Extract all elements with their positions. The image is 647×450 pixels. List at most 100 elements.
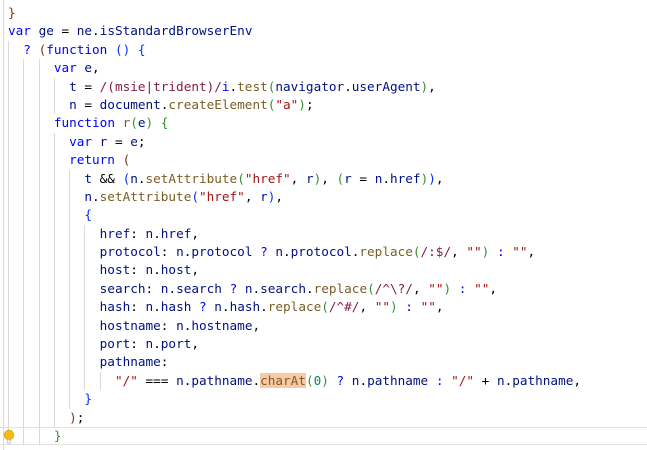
indent-guide (8, 261, 9, 280)
code-token: : (160, 244, 177, 260)
code-text: } (8, 428, 62, 443)
code-token: "/" (114, 372, 138, 388)
code-token: , (489, 280, 497, 296)
code-line[interactable]: t && (n.setAttribute("href", r), (r = n.… (0, 169, 647, 188)
code-line[interactable]: } (0, 390, 647, 409)
code-token: ( (237, 170, 245, 186)
code-token: , (252, 317, 261, 333)
indent-guide (23, 77, 25, 96)
indent-guide (53, 206, 55, 225)
code-token: search (176, 280, 222, 296)
indent-guide (53, 335, 55, 354)
indent-guide (8, 353, 9, 372)
code-line[interactable]: } (0, 426, 647, 446)
code-token: e (84, 60, 93, 76)
code-token: setAttribute (145, 170, 238, 186)
code-token: href (160, 225, 192, 241)
code-token: n (214, 299, 222, 315)
code-token: , (359, 299, 375, 315)
code-line[interactable]: var r = e; (0, 132, 647, 152)
indent-guide (8, 243, 9, 262)
code-token: , (435, 299, 444, 315)
indent-guide (69, 224, 71, 244)
code-token: , (435, 170, 444, 186)
indent-guide (53, 261, 55, 280)
code-line[interactable]: hash: n.hash ? n.hash.replace(/^#/, "") … (0, 298, 647, 317)
code-token: r (344, 170, 352, 186)
code-token: , (191, 262, 199, 278)
code-line[interactable]: host: n.host, (0, 261, 647, 280)
indent-guide (53, 279, 55, 299)
indent-guide (38, 335, 40, 354)
indent-guide (53, 316, 55, 336)
indent-guide (69, 243, 71, 262)
code-token: hostname (191, 317, 253, 333)
code-token: pathname (99, 354, 161, 370)
indent-guide (8, 206, 9, 225)
code-text: var r = e; (8, 134, 145, 149)
code-line[interactable]: ); (0, 408, 647, 427)
code-token: ) (145, 115, 154, 131)
code-line[interactable]: t = /(msie|trident)/i.test(navigator.use… (0, 77, 647, 96)
code-line[interactable]: "/" === n.pathname.charAt(0) ? n.pathnam… (0, 371, 647, 391)
indent-guide (84, 243, 86, 262)
code-token: setAttribute (99, 188, 192, 204)
code-line[interactable]: { (0, 206, 647, 225)
code-line[interactable]: n.setAttribute("href", r), (0, 187, 647, 207)
code-token: "" (512, 244, 528, 260)
code-text: return ( (8, 152, 130, 167)
code-token: search (99, 280, 146, 296)
indent-guide (8, 316, 9, 336)
code-token: ) (443, 280, 452, 296)
indent-guide (53, 132, 55, 152)
code-line[interactable]: function r(e) { (0, 114, 647, 133)
code-line[interactable]: var ge = ne.isStandardBrowserEnv (0, 22, 647, 40)
code-line[interactable]: var e, (0, 59, 647, 78)
indent-guide (69, 261, 71, 280)
code-token: ) (298, 96, 306, 112)
code-token: n (145, 262, 154, 278)
indent-guide (38, 224, 40, 244)
code-text: } (8, 5, 16, 20)
code-line[interactable]: n = document.createElement("a"); (0, 95, 647, 115)
code-line[interactable]: pathname: (0, 353, 647, 372)
code-text: search: n.search ? n.search.replace(/^\?… (8, 281, 497, 296)
code-token: . (260, 299, 268, 315)
code-token: { (84, 207, 93, 223)
indent-guide (23, 371, 25, 391)
code-token: /(msie|trident)/ (99, 78, 222, 94)
indent-guide (8, 298, 9, 317)
code-token: port (160, 336, 192, 352)
code-token: : (160, 317, 177, 333)
code-line[interactable]: search: n.search ? n.search.replace(/^\?… (0, 279, 647, 299)
indent-guide (23, 132, 25, 152)
code-line[interactable]: hostname: n.hostname, (0, 316, 647, 336)
indent-guide (23, 426, 25, 446)
code-text: "/" === n.pathname.charAt(0) ? n.pathnam… (8, 372, 581, 388)
code-line[interactable]: } (0, 4, 647, 22)
code-line[interactable]: port: n.port, (0, 335, 647, 354)
code-token: hash (229, 299, 261, 315)
code-token: host (99, 262, 131, 278)
lightbulb-icon[interactable] (2, 429, 16, 445)
code-line[interactable]: protocol: n.protocol ? n.protocol.replac… (0, 243, 647, 262)
code-line[interactable]: href: n.href, (0, 224, 647, 244)
code-lines: } var ge = ne.isStandardBrowserEnv ? (fun… (0, 4, 647, 446)
code-line[interactable]: ? (function () { (0, 40, 647, 60)
find-match-highlight: charAt (260, 372, 306, 388)
indent-guide (38, 243, 40, 262)
code-token: ) (390, 299, 398, 315)
code-line[interactable]: return ( (0, 151, 647, 170)
code-token: ? (199, 299, 207, 315)
indent-guide (38, 279, 40, 299)
code-token: "href" (244, 170, 291, 186)
code-token: test (237, 78, 268, 94)
indent-guide (53, 77, 55, 96)
indent-guide (53, 169, 55, 188)
indent-guide (8, 77, 9, 96)
code-token: ; (76, 409, 85, 425)
